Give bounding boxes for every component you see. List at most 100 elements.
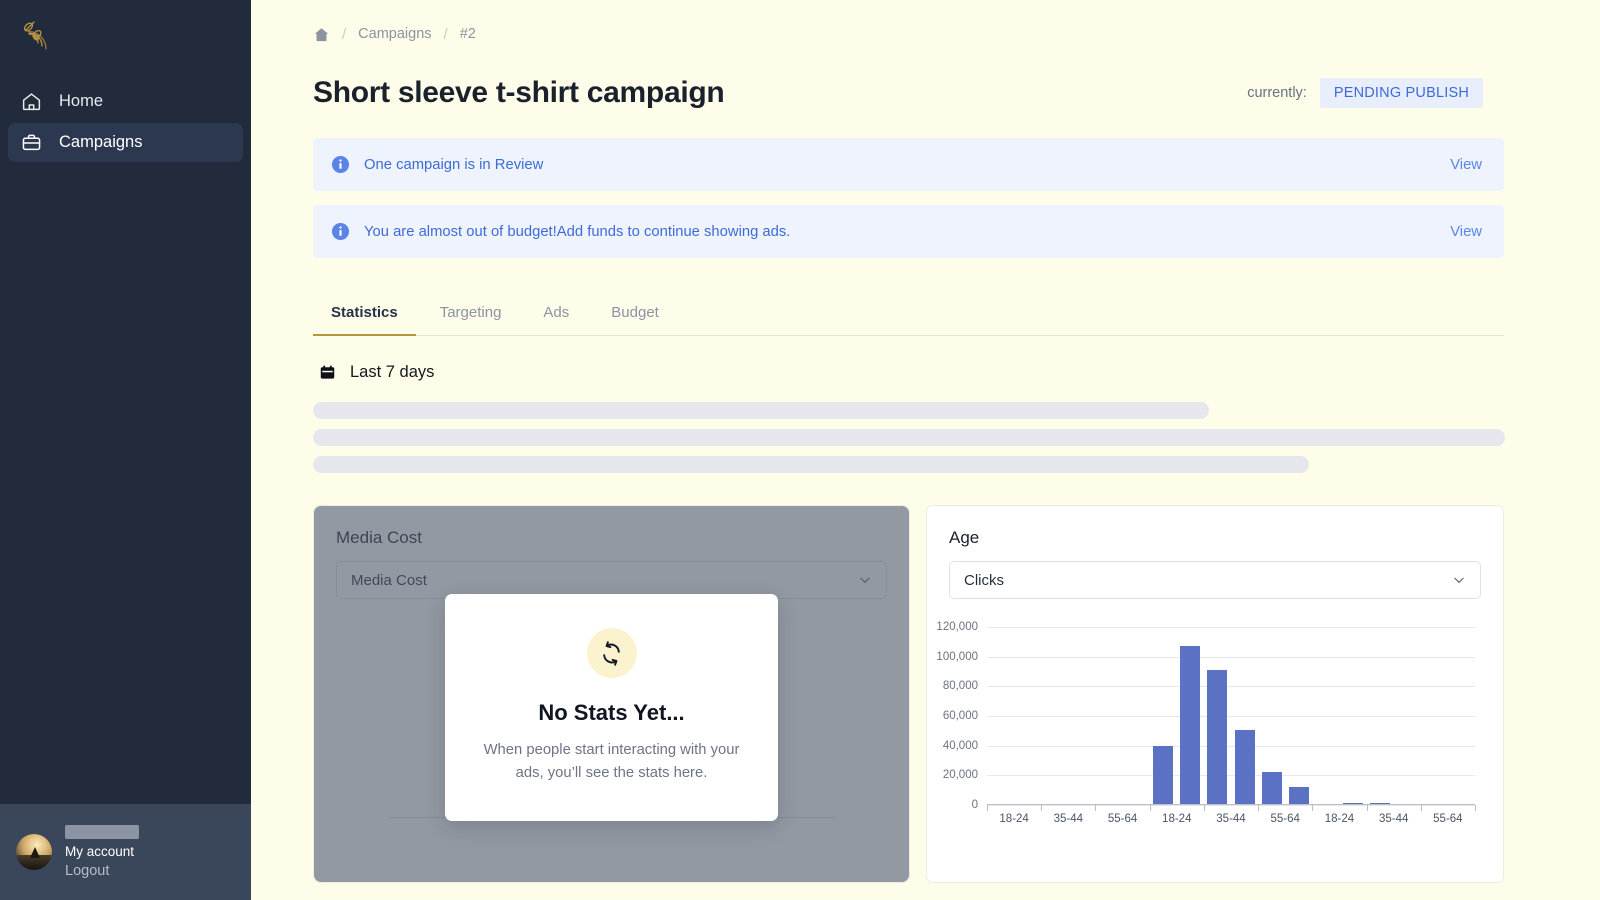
breadcrumb-separator-1: / [342, 25, 347, 43]
chevron-down-icon [1452, 573, 1466, 587]
chart-x-tick [1475, 805, 1476, 811]
home-icon [21, 91, 42, 112]
breadcrumb-separator-2: / [443, 25, 448, 43]
status-area: currently: PENDING PUBLISH [1247, 78, 1483, 108]
chart-x-tick-label: 35-44 [1053, 813, 1084, 825]
chart-bar[interactable] [1234, 730, 1255, 805]
chart-bar-cell [1177, 627, 1204, 805]
app-root: Home Campaigns My account Logout / Campa… [0, 0, 1600, 900]
alert-view-link[interactable]: View [1450, 224, 1482, 240]
chart-bar[interactable] [1153, 745, 1174, 805]
chart-bar-cell [1014, 627, 1041, 805]
sidebar-nav: Home Campaigns [0, 76, 251, 162]
alert-list: One campaign is in Review View You are a… [313, 138, 1504, 258]
chart-y-tick-label: 80,000 [942, 680, 978, 693]
chart-x-tick-label: 55-64 [1433, 813, 1463, 825]
alert-banner-budget: You are almost out of budget!Add funds t… [313, 205, 1504, 258]
avatar[interactable] [16, 834, 52, 870]
media-cost-card: Media Cost Media Cost [313, 505, 910, 883]
sidebar: Home Campaigns My account Logout [0, 0, 251, 900]
chart-bar-cell [1041, 627, 1068, 805]
chart-bars [987, 627, 1475, 805]
breadcrumb-home-icon[interactable] [313, 26, 330, 43]
chart-bar-cell [1068, 627, 1095, 805]
alert-text: You are almost out of budget!Add funds t… [364, 223, 791, 240]
status-label: currently: [1247, 85, 1307, 101]
chart-bar[interactable] [1288, 787, 1309, 805]
no-stats-title: No Stats Yet... [538, 700, 685, 725]
logo-area [0, 0, 251, 76]
user-text: My account Logout [65, 824, 139, 880]
satellite-logo [16, 16, 60, 60]
status-badge: PENDING PUBLISH [1319, 78, 1483, 108]
chart-x-tick-label: 35-44 [1378, 813, 1409, 825]
chart-bar-cell [1339, 627, 1366, 805]
tab-bar: Statistics Targeting Ads Budget [313, 294, 1504, 336]
refresh-sync-icon [586, 628, 637, 678]
chart-bar[interactable] [1207, 670, 1228, 805]
chart-bar-cell [1421, 627, 1448, 805]
age-card-body: Age Clicks [927, 506, 1503, 599]
chart-bar[interactable] [1180, 646, 1201, 805]
chart-bar-cell [1231, 627, 1258, 805]
sidebar-item-campaigns[interactable]: Campaigns [8, 123, 243, 162]
tab-budget[interactable]: Budget [593, 294, 677, 336]
info-icon [331, 222, 350, 241]
sidebar-item-home[interactable]: Home [8, 82, 243, 121]
sidebar-item-home-label: Home [59, 92, 104, 110]
date-range-label: Last 7 days [350, 363, 435, 381]
chart-y-tick-label: 20,000 [942, 769, 978, 782]
age-card-title: Age [949, 528, 980, 547]
my-account-link[interactable]: My account [65, 843, 139, 861]
chart-x-tick-label: 55-64 [1270, 813, 1300, 825]
chart-bar-cell [1285, 627, 1312, 805]
date-range-selector[interactable]: Last 7 days [313, 363, 1504, 382]
loading-skeletons [313, 402, 1505, 473]
chart-plot-area: 0 20,000 40,000 60,000 80,000 100,000 120,000 [936, 621, 1475, 811]
skeleton-bar [313, 456, 1309, 473]
chart-bar-cell [1150, 627, 1177, 805]
no-stats-modal: No Stats Yet... When people start intera… [445, 594, 778, 821]
logout-link[interactable]: Logout [65, 862, 139, 880]
user-account-footer: My account Logout [0, 804, 251, 900]
page-title: Short sleeve t-shirt campaign [313, 76, 725, 109]
chart-x-tick-label: 55-64 [1107, 813, 1138, 825]
chart-x-tick-label: 35-44 [1216, 813, 1246, 825]
briefcase-icon [21, 132, 42, 153]
chart-y-tick-label: 0 [971, 799, 978, 811]
chart-bar-cell [1394, 627, 1421, 805]
chart-x-tick-label: 18-24 [1324, 813, 1355, 825]
main-content: / Campaigns / #2 Short sleeve t-shirt ca… [251, 0, 1600, 900]
alert-text: One campaign is in Review [364, 156, 544, 173]
chart-x-labels: 18-24 35-44 55-64 18-24 35-44 55-64 18-24 35-44… [987, 811, 1475, 829]
no-stats-subtitle: When people start interacting with your … [483, 742, 740, 781]
chart-bar-cell [987, 627, 1014, 805]
info-icon [331, 155, 350, 174]
alert-view-link[interactable]: View [1450, 157, 1482, 173]
tab-ads[interactable]: Ads [525, 294, 587, 336]
chart-bar[interactable] [1261, 772, 1282, 805]
alert-banner-review: One campaign is in Review View [313, 138, 1504, 191]
breadcrumb: / Campaigns / #2 [313, 22, 1504, 46]
chart-bar-cell [1123, 627, 1150, 805]
skeleton-bar [313, 429, 1505, 446]
chart-bar-cell [1204, 627, 1231, 805]
skeleton-bar [313, 402, 1209, 419]
redacted-username [65, 824, 139, 839]
chart-bar-cell [1367, 627, 1394, 805]
breadcrumb-item-current: #2 [459, 26, 476, 42]
tab-statistics[interactable]: Statistics [313, 294, 416, 336]
age-bar-chart: 0 20,000 40,000 60,000 80,000 100,000 120,000 … [927, 621, 1503, 857]
tab-targeting[interactable]: Targeting [422, 294, 520, 336]
age-metric-select[interactable]: Clicks [949, 561, 1481, 599]
chart-bar-cell [1095, 627, 1122, 805]
title-row: Short sleeve t-shirt campaign currently:… [313, 76, 1504, 110]
calendar-icon [319, 364, 336, 381]
chart-bar-cell [1258, 627, 1285, 805]
breadcrumb-item-campaigns[interactable]: Campaigns [358, 26, 431, 42]
sidebar-item-campaigns-label: Campaigns [59, 133, 143, 151]
chart-bar-cell [1448, 627, 1475, 805]
age-card: Age Clicks 0 20,000 40,000 60,000 80,000 100,… [926, 505, 1504, 883]
chart-y-tick-label: 40,000 [942, 739, 978, 752]
chart-y-tick-label: 120,000 [936, 621, 978, 633]
